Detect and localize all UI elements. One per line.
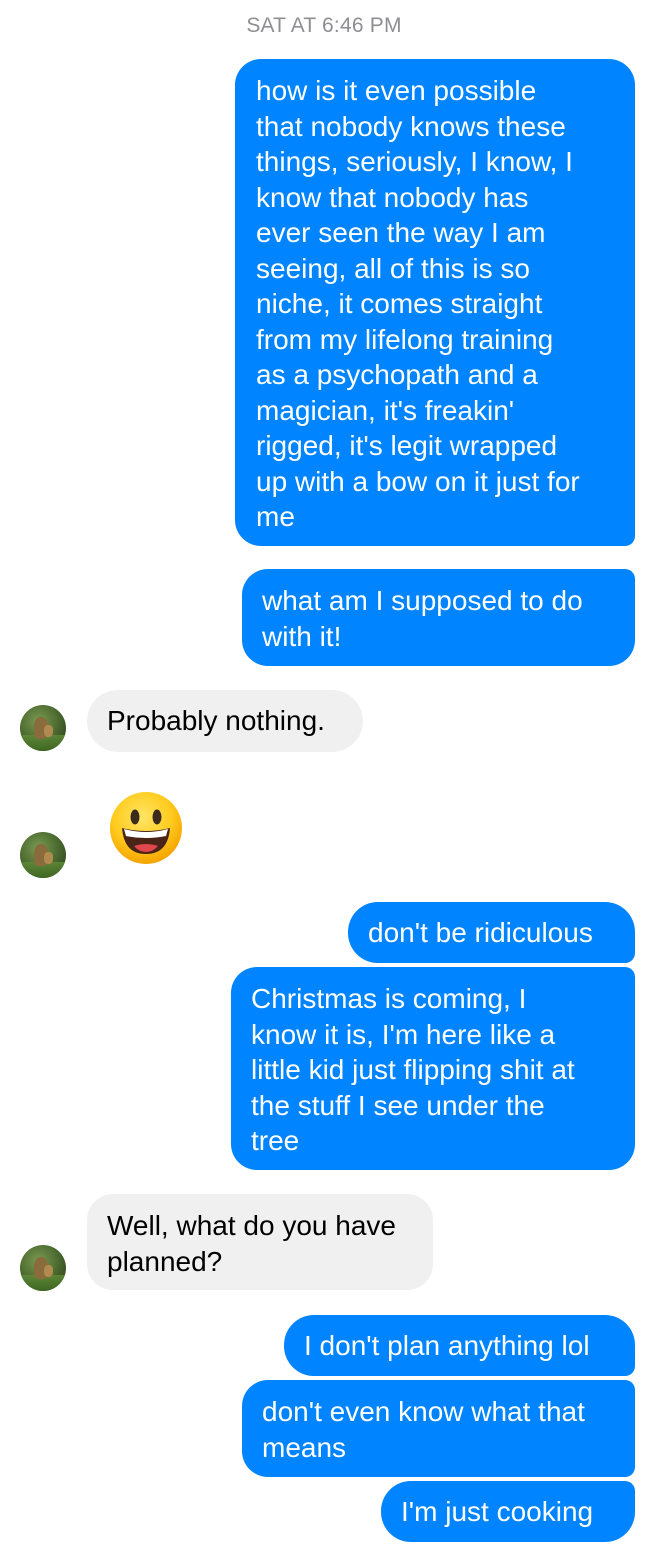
outgoing-message[interactable]: what am I supposed to do with it! — [242, 569, 635, 666]
contact-avatar[interactable] — [20, 705, 66, 751]
incoming-message[interactable]: Probably nothing. — [87, 690, 363, 752]
outgoing-message[interactable]: how is it even possible that nobody know… — [235, 59, 635, 546]
outgoing-message[interactable]: don't even know what that means — [242, 1380, 635, 1477]
outgoing-message[interactable]: Christmas is coming, I know it is, I'm h… — [231, 967, 635, 1170]
incoming-message[interactable]: Well, what do you have planned? — [87, 1194, 433, 1290]
contact-avatar[interactable] — [20, 832, 66, 878]
outgoing-message[interactable]: I'm just cooking — [381, 1481, 635, 1542]
outgoing-message[interactable]: don't be ridiculous — [348, 902, 635, 963]
outgoing-message[interactable]: I don't plan anything lol — [284, 1315, 635, 1376]
contact-avatar[interactable] — [20, 1245, 66, 1291]
timestamp: SAT AT 6:46 PM — [246, 14, 402, 37]
grinning-face-emoji-icon[interactable] — [108, 790, 184, 866]
